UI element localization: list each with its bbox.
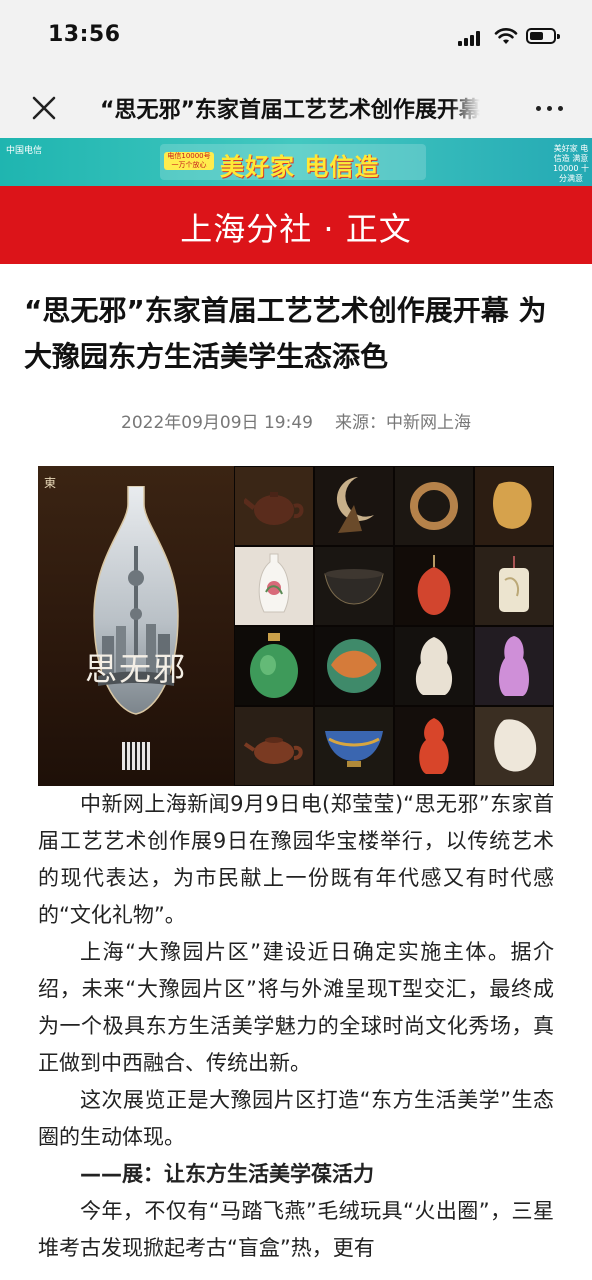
article-paragraph: 今年，不仅有“马踏飞燕”毛绒玩具“火出圈”，三星堆考古发现掀起考古“盲盒”热，更… — [38, 1199, 554, 1260]
qr-code — [122, 742, 150, 770]
article-paragraph: 上海“大豫园片区”建设近日确定实施主体。据介绍，未来“大豫园片区”将与外滩呈现T… — [38, 940, 554, 1075]
section-header: 上海分社 · 正文 — [0, 186, 592, 264]
artwork-red-coral — [394, 706, 474, 786]
status-time: 13:56 — [48, 22, 121, 47]
article-date: 2022年09月09日 19:49 — [121, 413, 313, 433]
artwork-jade-tag — [474, 546, 554, 626]
article-source: 来源：中新网上海 — [334, 413, 471, 433]
nav-title: “思无邪”东家首届工艺艺术创作展开幕 — [100, 92, 480, 124]
artwork-clay-teapot — [234, 706, 314, 786]
artwork-grid — [234, 466, 554, 786]
ad-brand: 中国电信 — [6, 146, 43, 156]
exhibition-poster: 東 思无邪 — [38, 466, 234, 786]
artwork-pink-crystal — [474, 626, 554, 706]
ad-right-text: 美好家 电信造 满意10000 十分满意 — [553, 144, 589, 183]
ad-slogan: 美好家 电信造 — [220, 153, 380, 181]
ad-banner[interactable]: 中国电信 电信10000号 一万个放心 美好家 电信造 美好家 电信造 满意10… — [0, 138, 592, 186]
artwork-painted-bowl — [314, 706, 394, 786]
poster-title: 思无邪 — [84, 650, 187, 688]
wifi-icon — [494, 28, 518, 44]
more-icon[interactable] — [534, 98, 566, 118]
battery-icon — [526, 28, 560, 44]
artwork-carved-stone — [314, 626, 394, 706]
article-paragraph: 这次展览正是大豫园片区打造“东方生活美学”生态圈的生动体现。 — [38, 1088, 554, 1149]
article-paragraph: 中新网上海新闻9月9日电(郑莹莹)“思无邪”东家首届工艺艺术创作展9日在豫园华宝… — [38, 792, 554, 927]
artwork-red-pendant — [394, 546, 474, 626]
section-title: 上海分社 · 正文 — [180, 210, 412, 248]
artwork-green-jade — [234, 626, 314, 706]
nav-bar: “思无邪”东家首届工艺艺术创作展开幕 — [0, 80, 592, 138]
ad-tag: 电信10000号 一万个放心 — [164, 152, 214, 170]
article-image[interactable]: 東 思无邪 — [38, 466, 554, 786]
artwork-bracelet — [394, 466, 474, 546]
cellular-signal-icon — [458, 30, 484, 46]
close-icon[interactable] — [28, 92, 60, 124]
artwork-porcelain-vase — [234, 546, 314, 626]
article-body: 中新网上海新闻9月9日电(郑莹莹)“思无邪”东家首届工艺艺术创作展9日在豫园华宝… — [38, 786, 554, 1267]
artwork-tea-bowl — [314, 546, 394, 626]
article-subheading: ——展：让东方生活美学葆活力 — [80, 1162, 374, 1186]
poster-label: 東 — [44, 476, 57, 490]
artwork-amber-stone — [474, 466, 554, 546]
artwork-white-jade-figure — [394, 626, 474, 706]
article-meta: 2022年09月09日 19:49 来源：中新网上海 — [0, 408, 592, 433]
status-bar: 13:56 — [0, 0, 592, 80]
article-headline: “思无邪”东家首届工艺艺术创作展开幕 为大豫园东方生活美学生态添色 — [24, 294, 547, 373]
artwork-carving-moon — [314, 466, 394, 546]
artwork-white-pebble — [474, 706, 554, 786]
artwork-teapot — [234, 466, 314, 546]
